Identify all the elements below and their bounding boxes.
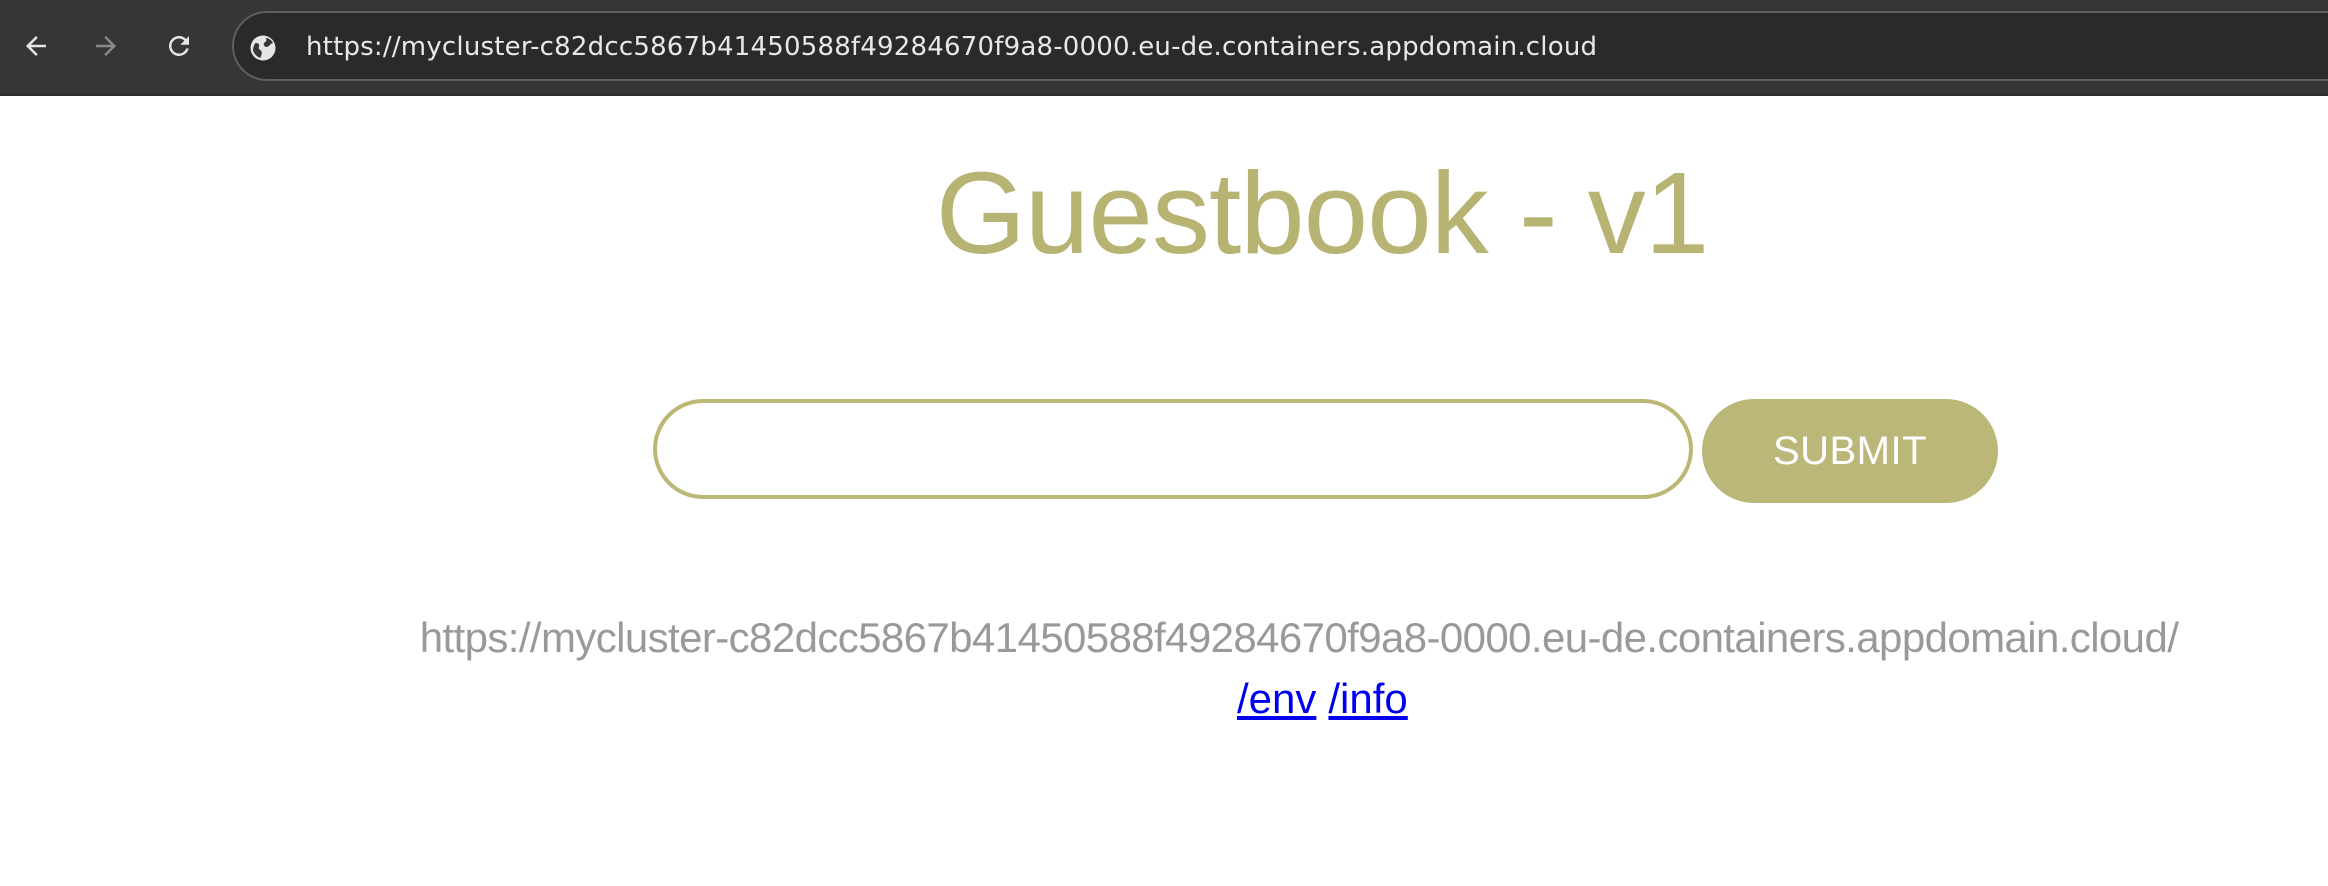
back-button[interactable] xyxy=(14,24,58,68)
submit-button[interactable]: SUBMIT xyxy=(1702,399,1998,503)
reload-button[interactable] xyxy=(157,24,201,68)
globe-icon[interactable] xyxy=(248,33,278,63)
browser-toolbar: https://mycluster-c82dcc5867b41450588f49… xyxy=(0,0,2328,96)
forward-button[interactable] xyxy=(84,24,128,68)
page-title: Guestbook - v1 xyxy=(935,148,1710,278)
env-link[interactable]: /env xyxy=(1237,675,1316,722)
links-row: /env/info xyxy=(1237,674,1408,724)
page-content: Guestbook - v1 SUBMIT https://mycluster-… xyxy=(0,96,2328,886)
info-link[interactable]: /info xyxy=(1328,675,1407,722)
arrow-right-icon xyxy=(96,36,116,56)
guestbook-entry-input[interactable] xyxy=(653,399,1693,499)
arrow-left-icon xyxy=(26,36,46,56)
reload-icon xyxy=(169,36,189,56)
address-bar-url[interactable]: https://mycluster-c82dcc5867b41450588f49… xyxy=(306,29,1597,65)
host-address: https://mycluster-c82dcc5867b41450588f49… xyxy=(419,614,2179,661)
